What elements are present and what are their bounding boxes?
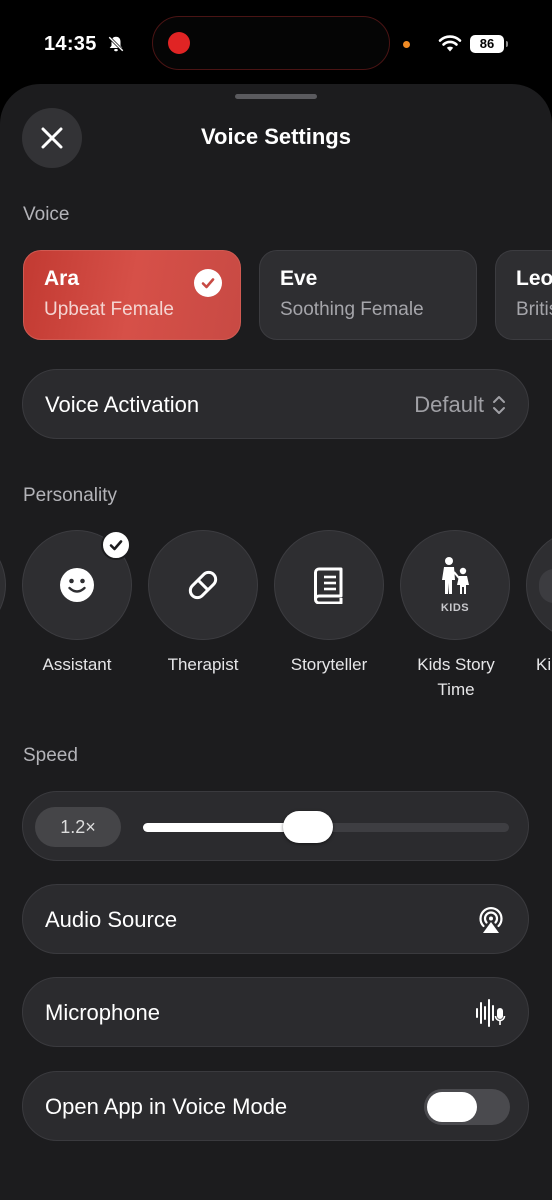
chevron-up-down-icon [493, 396, 505, 414]
wifi-icon [438, 35, 462, 52]
mic-in-use-indicator [403, 41, 410, 48]
personality-label-kids-story-time: Kids Story Time [417, 655, 495, 699]
personality-label-therapist: Therapist [167, 655, 239, 674]
airplay-audio-icon [479, 907, 503, 933]
voice-card-eve[interactable]: Eve Soothing Female [259, 250, 477, 340]
open-in-voice-mode-label: Open App in Voice Mode [45, 1094, 288, 1119]
voice-description: Upbeat Female [44, 299, 174, 320]
record-dot-icon [168, 32, 190, 54]
book-icon [314, 567, 343, 604]
microphone-label: Microphone [45, 1000, 160, 1025]
voice-card-ara[interactable]: Ara Upbeat Female [23, 250, 241, 340]
personality-label-storyteller: Storyteller [290, 655, 368, 674]
dynamic-island[interactable] [152, 16, 390, 70]
voice-description: British [516, 299, 552, 320]
speed-section-label: Speed [23, 745, 78, 766]
open-in-voice-mode-toggle[interactable] [424, 1089, 510, 1125]
kids-icon [442, 557, 469, 594]
voice-activation-label: Voice Activation [45, 392, 200, 417]
voice-settings-sheet: Voice Settings Voice Ara Upbeat Female E… [0, 84, 552, 1200]
voice-activation-row[interactable]: Voice Activation Default [22, 369, 529, 439]
voice-name: Leo [516, 267, 552, 290]
status-time: 14:35 [44, 33, 97, 55]
status-bar: 14:35 86 [0, 0, 552, 88]
microphone-waveform-icon [476, 999, 506, 1027]
personality-label-partial: Ki [536, 655, 552, 674]
pill-icon [188, 570, 218, 600]
personality-kids-story-time[interactable]: KIDS [400, 530, 510, 640]
speed-row: 1.2× [22, 791, 529, 861]
personality-next-partial[interactable] [526, 530, 552, 640]
personality-therapist[interactable] [148, 530, 258, 640]
smiley-face-icon [60, 568, 94, 602]
audio-source-row[interactable]: Audio Source [22, 884, 529, 954]
voice-name: Eve [280, 267, 318, 290]
personality-prev-partial[interactable] [0, 530, 6, 640]
audio-source-label: Audio Source [45, 907, 178, 932]
personality-label-assistant: Assistant [42, 655, 112, 674]
battery-icon: 86 [470, 35, 508, 53]
toggle-knob [427, 1092, 477, 1122]
bell-slash-icon [108, 36, 124, 52]
kids-badge: KIDS [440, 602, 470, 614]
page-title: Voice Settings [201, 124, 351, 149]
microphone-row[interactable]: Microphone [22, 977, 529, 1047]
personality-storyteller[interactable] [274, 530, 384, 640]
checkmark-icon [194, 269, 222, 297]
selected-check-icon [101, 530, 131, 560]
open-in-voice-mode-row: Open App in Voice Mode [22, 1071, 529, 1141]
speed-value-chip[interactable]: 1.2× [35, 807, 121, 847]
personality-section-label: Personality [23, 485, 117, 506]
voice-section-label: Voice [23, 204, 70, 225]
sheet-grabber[interactable] [235, 94, 317, 99]
voice-card-leo[interactable]: Leo British [495, 250, 552, 340]
voice-activation-value: Default [414, 392, 484, 417]
voice-description: Soothing Female [280, 299, 424, 320]
speed-slider-thumb[interactable] [283, 811, 333, 843]
